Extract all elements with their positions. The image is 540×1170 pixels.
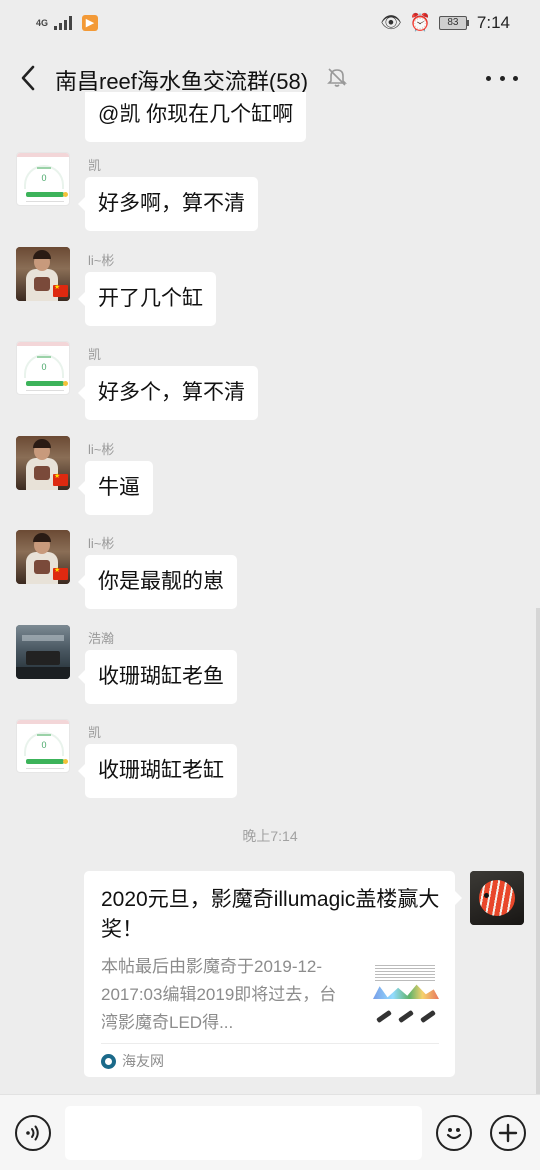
link-card-description: 本帖最后由影魔奇于2019-12-2017:03编辑2019即将过去，台湾影魔奇… <box>101 957 337 1032</box>
avatar[interactable] <box>16 625 70 679</box>
message-bubble[interactable]: 你是最靓的崽 <box>78 555 237 609</box>
more-dots-icon[interactable] <box>486 64 518 92</box>
battery-icon: 83 <box>438 16 469 30</box>
sender-name: li~彬 <box>88 253 115 268</box>
status-left: 4G ▶ <box>36 15 98 31</box>
sender-name: li~彬 <box>88 536 115 551</box>
signal-icon <box>54 16 72 30</box>
message-bubble[interactable]: 开了几个缸 <box>78 272 216 326</box>
time-divider: 晚上7:14 <box>242 828 298 844</box>
avatar[interactable] <box>16 530 70 584</box>
bell-off-icon <box>326 66 348 93</box>
avatar[interactable]: 0 <box>16 152 70 206</box>
message-bubble[interactable]: 收珊瑚缸老缸 <box>78 744 237 798</box>
sender-name: 浩瀚 <box>88 631 115 646</box>
voice-icon[interactable] <box>15 1115 51 1151</box>
alarm-icon: ⏰ <box>409 13 431 32</box>
source-name: 海友网 <box>122 1053 164 1069</box>
network-label: 4G <box>36 17 49 28</box>
sender-name: 凯 <box>88 158 102 173</box>
avatar[interactable]: 0 <box>16 341 70 395</box>
avatar[interactable]: 0 <box>16 719 70 773</box>
avatar[interactable] <box>16 436 70 490</box>
source-logo-icon <box>101 1053 116 1069</box>
avatar[interactable] <box>470 871 524 925</box>
status-bar: 4G ▶ 👁 ⏰ 83 7:14 <box>0 0 540 46</box>
message-bubble[interactable]: 好多个，算不清 <box>78 366 258 420</box>
sender-name: 凯 <box>88 347 102 362</box>
notification-icon: ▶ <box>82 15 98 31</box>
message-input[interactable] <box>65 1106 422 1160</box>
eye-icon: 👁 <box>380 13 402 32</box>
link-card-title: 2020元旦，影魔奇illumagic盖楼赢大奖！ <box>101 888 440 941</box>
message-bubble[interactable]: 牛逼 <box>78 461 153 515</box>
message-bubble[interactable]: @凯 你现在几个缸啊 <box>85 92 307 142</box>
message-bubble[interactable]: 收珊瑚缸老鱼 <box>78 650 237 704</box>
sender-name: li~彬 <box>88 442 115 457</box>
input-bar <box>0 1094 540 1170</box>
message-list[interactable]: @凯 你现在几个缸啊 0 凯 好多啊，算不清 li~彬 开了几个缸 0 凯 好多… <box>0 92 540 1094</box>
plus-icon[interactable] <box>490 1115 526 1151</box>
battery-level: 83 <box>438 16 467 30</box>
link-card-source: 海友网 <box>101 1051 164 1071</box>
link-card[interactable]: 2020元旦，影魔奇illumagic盖楼赢大奖！ 本帖最后由影魔奇于2019-… <box>84 871 462 1077</box>
link-card-thumbnail <box>371 955 441 1027</box>
sender-name: 凯 <box>88 725 102 740</box>
status-right: 👁 ⏰ 83 7:14 <box>380 13 510 33</box>
avatar[interactable] <box>16 247 70 301</box>
clock: 7:14 <box>476 13 510 32</box>
message-bubble[interactable]: 好多啊，算不清 <box>78 177 258 231</box>
scrollbar[interactable] <box>536 608 540 1094</box>
emoji-icon[interactable] <box>436 1115 472 1151</box>
chevron-left-icon[interactable] <box>14 64 42 92</box>
